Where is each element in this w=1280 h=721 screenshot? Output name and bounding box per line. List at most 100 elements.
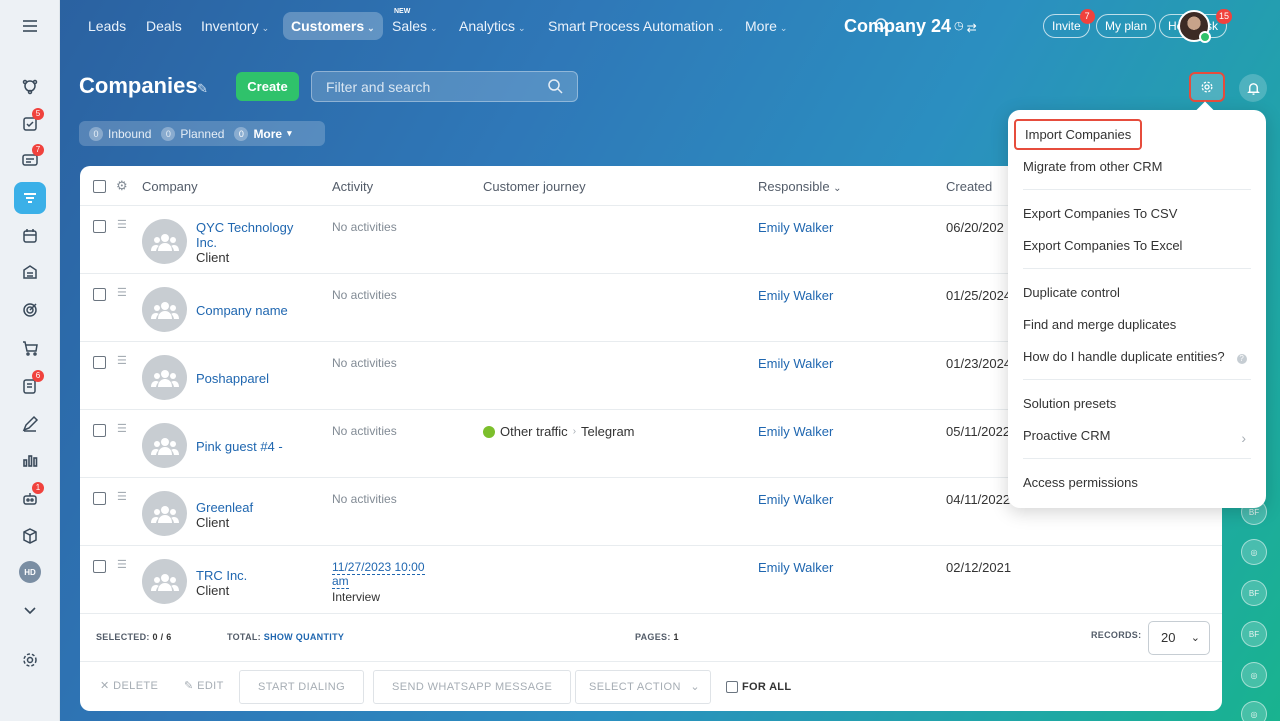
chevron-down-icon[interactable] — [14, 594, 46, 626]
pin-icon[interactable]: ✎ — [197, 81, 208, 97]
nav-sales[interactable]: Sales ⌄ — [384, 12, 446, 40]
company-name-link[interactable]: Poshapparel — [196, 371, 306, 386]
strip-sync-icon[interactable]: ◎ — [1241, 701, 1267, 721]
select-action-dropdown[interactable]: SELECT ACTION ⌄ — [575, 670, 711, 704]
column-responsible[interactable]: Responsible ⌄ — [758, 179, 842, 194]
box-icon[interactable] — [14, 520, 46, 552]
proactive-crm-item[interactable]: Proactive CRM — [1023, 428, 1110, 443]
solution-presets-item[interactable]: Solution presets — [1023, 396, 1116, 411]
edit-button[interactable]: ✎ EDIT — [184, 670, 224, 704]
settings-gear-icon[interactable] — [14, 644, 46, 676]
nav-inventory[interactable]: Inventory ⌄ — [193, 12, 277, 40]
search-icon[interactable] — [547, 78, 563, 97]
delete-button[interactable]: ✕ DELETE — [100, 670, 158, 704]
analytics-icon[interactable] — [14, 444, 46, 476]
access-permissions-item[interactable]: Access permissions — [1023, 475, 1138, 490]
nav-deals[interactable]: Deals — [138, 12, 190, 40]
chat-icon[interactable]: 7 — [14, 144, 46, 176]
strip-avatar[interactable]: BF — [1241, 580, 1267, 606]
duplicate-control-item[interactable]: Duplicate control — [1023, 285, 1120, 300]
hamburger-menu-icon[interactable] — [14, 10, 46, 42]
table-row[interactable]: ☰ TRC Inc. Client 11/27/2023 10:00 am Int… — [80, 546, 1222, 614]
forms-icon[interactable]: 6 — [14, 370, 46, 402]
migrate-crm-item[interactable]: Migrate from other CRM — [1023, 159, 1162, 174]
hd-avatar[interactable]: HD — [14, 556, 46, 588]
row-checkbox[interactable] — [93, 424, 106, 437]
nav-more[interactable]: More ⌄ — [737, 12, 795, 40]
create-button[interactable]: Create — [236, 72, 299, 101]
row-checkbox[interactable] — [93, 560, 106, 573]
column-customer-journey[interactable]: Customer journey — [483, 179, 586, 194]
robot-icon[interactable]: 1 — [14, 482, 46, 514]
nav-leads[interactable]: Leads — [80, 12, 134, 40]
strip-avatar[interactable]: BF — [1241, 621, 1267, 647]
row-menu-icon[interactable]: ☰ — [117, 218, 129, 231]
strip-sync-icon[interactable]: ◎ — [1241, 539, 1267, 565]
row-checkbox[interactable] — [93, 220, 106, 233]
activity-deadline-link[interactable]: 11/27/2023 10:00 am — [332, 560, 425, 589]
company-name-link[interactable]: Company name — [196, 303, 306, 318]
notifications-bell-button[interactable] — [1239, 74, 1267, 102]
my-plan-button[interactable]: My plan — [1096, 14, 1157, 38]
company-name-link[interactable]: TRC Inc. Client — [196, 568, 306, 598]
for-all-checkbox[interactable] — [726, 681, 738, 693]
tasks-icon[interactable]: 5 — [14, 108, 46, 140]
search-input[interactable] — [312, 72, 532, 101]
counter-inbound[interactable]: 0 Inbound — [89, 126, 151, 141]
nav-smart-process[interactable]: Smart Process Automation ⌄ — [540, 12, 732, 40]
start-dialing-button[interactable]: START DIALING — [239, 670, 365, 704]
responsible-link[interactable]: Emily Walker — [758, 424, 833, 439]
filter-search-box[interactable] — [311, 71, 578, 102]
target-icon[interactable] — [14, 294, 46, 326]
settings-gear-button[interactable] — [1189, 72, 1225, 102]
feed-icon[interactable] — [14, 70, 46, 102]
storage-icon[interactable] — [14, 256, 46, 288]
company-name[interactable]: Greenleaf — [196, 500, 253, 515]
user-avatar[interactable] — [1178, 10, 1211, 43]
strip-sync-icon[interactable]: ◎ — [1241, 662, 1267, 688]
company-name[interactable]: QYC Technology Inc. — [196, 220, 293, 250]
row-menu-icon[interactable]: ☰ — [117, 490, 129, 503]
brand-logo[interactable]: Company 24 ◷ ⇄ — [844, 12, 977, 42]
for-all-toggle[interactable]: FOR ALL — [726, 681, 791, 693]
calendar-icon[interactable] — [14, 220, 46, 252]
column-company[interactable]: Company — [142, 179, 198, 194]
nav-analytics[interactable]: Analytics ⌄ — [451, 12, 534, 40]
pen-icon[interactable] — [14, 408, 46, 440]
export-csv-item[interactable]: Export Companies To CSV — [1023, 206, 1177, 221]
row-checkbox[interactable] — [93, 492, 106, 505]
company-name[interactable]: Pink guest #4 - — [196, 439, 283, 454]
crm-funnel-icon[interactable] — [14, 182, 46, 214]
column-settings-gear-icon[interactable]: ⚙ — [116, 178, 128, 194]
counter-more[interactable]: 0 More ▾ — [234, 126, 292, 141]
company-name-link[interactable]: Pink guest #4 - — [196, 439, 306, 454]
counter-planned[interactable]: 0 Planned — [161, 126, 224, 141]
column-created[interactable]: Created — [946, 179, 992, 194]
row-menu-icon[interactable]: ☰ — [117, 422, 129, 435]
column-activity[interactable]: Activity — [332, 179, 373, 194]
row-menu-icon[interactable]: ☰ — [117, 354, 129, 367]
row-menu-icon[interactable]: ☰ — [117, 558, 129, 571]
invite-button[interactable]: Invite 7 — [1043, 9, 1095, 38]
row-menu-icon[interactable]: ☰ — [117, 286, 129, 299]
shopping-cart-icon[interactable] — [14, 332, 46, 364]
nav-customers[interactable]: Customers ⌄ — [283, 12, 383, 40]
export-excel-item[interactable]: Export Companies To Excel — [1023, 238, 1182, 253]
send-whatsapp-button[interactable]: SEND WHATSAPP MESSAGE — [373, 670, 572, 704]
company-name-link[interactable]: QYC Technology Inc. Client — [196, 220, 306, 265]
find-merge-duplicates-item[interactable]: Find and merge duplicates — [1023, 317, 1176, 332]
records-per-page-select[interactable]: 20 ⌄ — [1148, 621, 1210, 655]
responsible-link[interactable]: Emily Walker — [758, 220, 833, 235]
help-icon[interactable]: ? — [1236, 354, 1247, 364]
responsible-link[interactable]: Emily Walker — [758, 560, 833, 575]
company-name-link[interactable]: Greenleaf Client — [196, 500, 306, 530]
company-name[interactable]: TRC Inc. — [196, 568, 247, 583]
select-all-checkbox[interactable] — [93, 180, 106, 193]
responsible-link[interactable]: Emily Walker — [758, 492, 833, 507]
handle-duplicates-help-item[interactable]: How do I handle duplicate entities?? — [1023, 349, 1247, 364]
company-name[interactable]: Poshapparel — [196, 371, 269, 386]
responsible-link[interactable]: Emily Walker — [758, 288, 833, 303]
row-checkbox[interactable] — [93, 288, 106, 301]
show-quantity-link[interactable]: SHOW QUANTITY — [264, 632, 344, 642]
row-checkbox[interactable] — [93, 356, 106, 369]
